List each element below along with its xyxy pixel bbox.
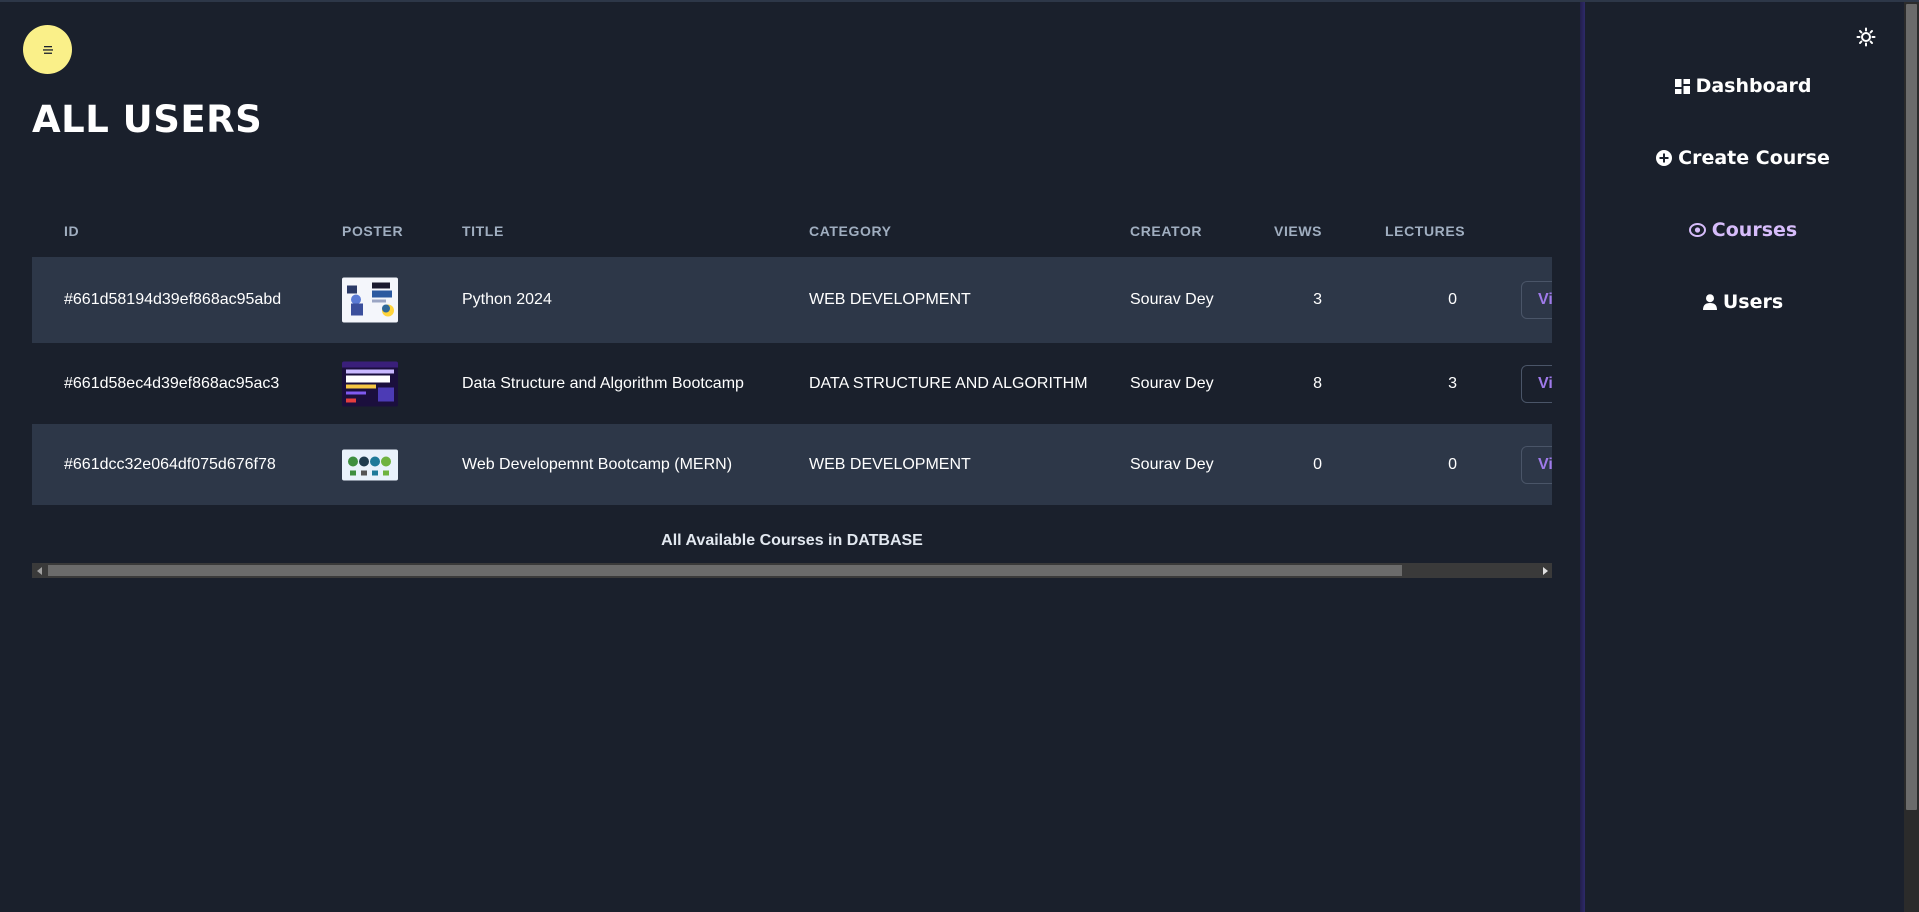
course-poster-dsa	[342, 361, 398, 406]
course-title: Python 2024	[462, 291, 552, 308]
column-header-poster: POSTER	[342, 223, 404, 239]
column-header-views: VIEWS	[1274, 223, 1323, 239]
courses-table: ID POSTER TITLE CATEGORY CREATOR VIEWS L…	[32, 205, 1552, 578]
table-caption: All Available Courses in DATBASE	[661, 532, 923, 549]
column-header-id: ID	[64, 223, 80, 239]
menu-lines-icon	[42, 45, 53, 54]
view-course-button[interactable]: Vi	[1521, 445, 1552, 484]
course-views: 8	[1313, 374, 1322, 392]
column-header-category: CATEGORY	[809, 223, 892, 239]
table-header: ID POSTER TITLE CATEGORY CREATOR VIEWS L…	[32, 205, 1552, 257]
sidebar-item-courses[interactable]: Courses	[1585, 216, 1901, 244]
column-header-creator: CREATOR	[1130, 223, 1203, 239]
eye-icon	[1688, 223, 1706, 237]
theme-toggle-button[interactable]	[1856, 27, 1876, 47]
course-lectures: 0	[1448, 291, 1457, 308]
course-category: WEB DEVELOPMENT	[809, 291, 971, 308]
dashboard-grid-icon	[1674, 78, 1690, 94]
course-category: DATA STRUCTURE AND ALGORITHM	[809, 374, 1088, 392]
table-row: #661dcc32e064df075d676f78 Web Developemn…	[32, 424, 1552, 505]
vertical-scrollbar[interactable]	[1904, 2, 1919, 912]
sidebar-item-create-course[interactable]: Create Course	[1585, 144, 1901, 172]
scroll-right-icon[interactable]	[1537, 563, 1552, 578]
course-creator: Sourav Dey	[1130, 374, 1214, 392]
course-poster-python	[342, 277, 398, 323]
sidebar-item-label: Create Course	[1678, 147, 1830, 169]
user-icon	[1702, 294, 1717, 310]
sidebar-item-label: Dashboard	[1695, 75, 1812, 97]
view-course-button[interactable]: Vi	[1521, 364, 1552, 403]
course-creator: Sourav Dey	[1130, 455, 1214, 473]
column-header-lectures: LECTURES	[1385, 223, 1466, 239]
menu-button[interactable]	[23, 25, 72, 74]
course-lectures: 0	[1448, 455, 1457, 473]
course-id: #661d58ec4d39ef868ac95ac3	[64, 374, 280, 392]
sidebar	[1585, 2, 1901, 912]
column-header-title: TITLE	[462, 223, 504, 239]
course-creator: Sourav Dey	[1130, 291, 1214, 308]
sidebar-item-dashboard[interactable]: Dashboard	[1585, 72, 1901, 100]
plus-circle-icon	[1656, 150, 1673, 166]
course-poster-mern	[342, 449, 398, 480]
sidebar-item-users[interactable]: Users	[1585, 288, 1901, 316]
vertical-scroll-thumb[interactable]	[1906, 4, 1917, 810]
course-views: 3	[1313, 291, 1322, 308]
horizontal-scrollbar[interactable]	[32, 563, 1552, 578]
view-course-button[interactable]: Vi	[1521, 281, 1552, 319]
course-id: #661dcc32e064df075d676f78	[64, 455, 276, 473]
sidebar-item-label: Users	[1722, 291, 1784, 313]
course-title: Data Structure and Algorithm Bootcamp	[462, 374, 744, 392]
table-row: #661d58ec4d39ef868ac95ac3 Data Structure…	[32, 343, 1552, 424]
page-title: ALL USERS	[32, 98, 263, 141]
sun-icon	[1856, 27, 1876, 47]
horizontal-scroll-thumb[interactable]	[48, 565, 1402, 576]
course-id: #661d58194d39ef868ac95abd	[64, 291, 282, 308]
course-title: Web Developemnt Bootcamp (MERN)	[462, 455, 733, 473]
table-row: #661d58194d39ef868ac95abd Python 2024 WE…	[32, 257, 1552, 343]
course-lectures: 3	[1448, 374, 1457, 392]
scroll-left-icon[interactable]	[32, 563, 47, 578]
course-category: WEB DEVELOPMENT	[809, 455, 971, 473]
course-views: 0	[1313, 455, 1322, 473]
sidebar-item-label: Courses	[1711, 219, 1798, 241]
